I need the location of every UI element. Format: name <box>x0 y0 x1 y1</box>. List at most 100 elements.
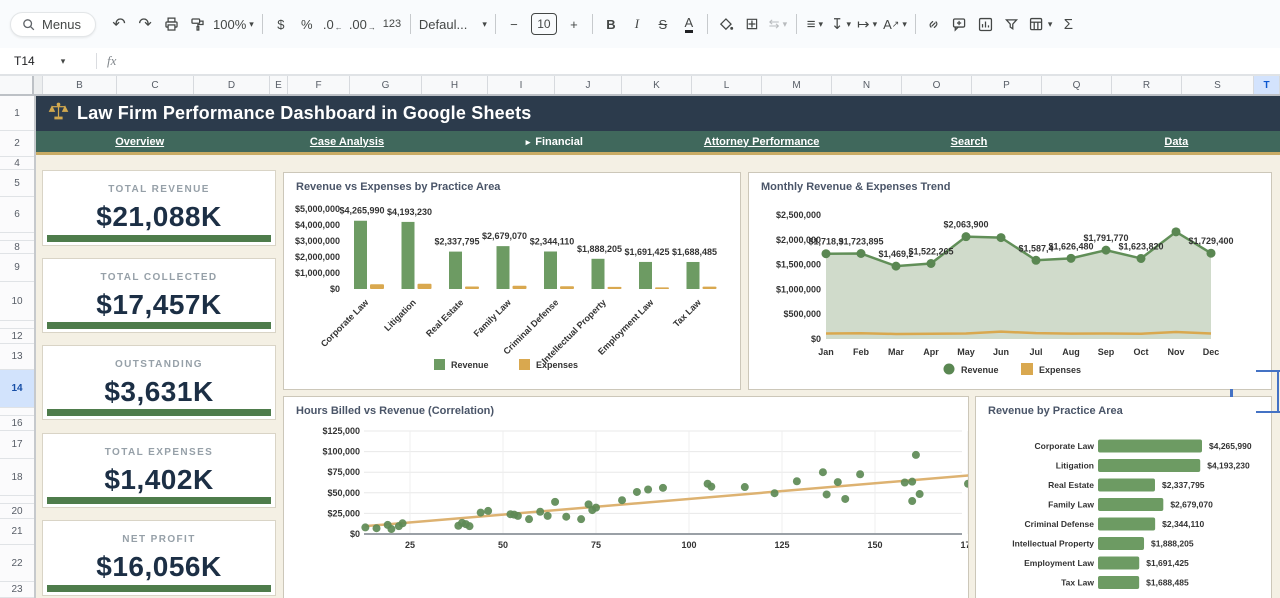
chart-panel-revenue-expenses-bar[interactable]: Revenue vs Expenses by Practice Area $5,… <box>283 172 741 390</box>
row-header-collapsed[interactable] <box>0 233 34 241</box>
column-header-G[interactable]: G <box>350 76 422 94</box>
svg-text:$1,888,205: $1,888,205 <box>1151 539 1194 549</box>
decrease-font-size-button[interactable]: − <box>501 10 527 38</box>
row-header-1[interactable]: 1 <box>0 96 34 131</box>
text-color-button[interactable]: A <box>676 10 702 38</box>
undo-button[interactable]: ↶ <box>106 10 132 38</box>
name-box[interactable]: T14▾ <box>0 54 86 68</box>
svg-text:$4,265,990: $4,265,990 <box>1209 441 1252 451</box>
chart-panel-hours-correlation[interactable]: Hours Billed vs Revenue (Correlation) $1… <box>283 396 969 598</box>
row-header-23[interactable]: 23 <box>0 582 34 598</box>
column-header-S[interactable]: S <box>1182 76 1254 94</box>
increase-decimal-button[interactable]: .00→ <box>346 10 379 38</box>
increase-font-size-button[interactable]: + <box>561 10 587 38</box>
column-header-L[interactable]: L <box>692 76 762 94</box>
svg-text:$75,000: $75,000 <box>327 467 360 477</box>
svg-text:Feb: Feb <box>853 347 870 357</box>
row-header-17[interactable]: 17 <box>0 431 34 459</box>
format-percent-button[interactable]: % <box>294 10 320 38</box>
bold-button[interactable]: B <box>598 10 624 38</box>
svg-text:Mar: Mar <box>888 347 905 357</box>
table-tools-button[interactable]: ▾ <box>1025 10 1056 38</box>
horizontal-align-button[interactable]: ≡▾ <box>802 10 828 38</box>
search-icon <box>21 17 36 32</box>
decrease-decimal-button[interactable]: .0← <box>320 10 346 38</box>
column-header-K[interactable]: K <box>622 76 692 94</box>
font-size-input[interactable]: 10 <box>531 13 557 35</box>
column-header-R[interactable]: R <box>1112 76 1182 94</box>
menus-search[interactable]: Menus <box>10 12 96 37</box>
row-header-10[interactable]: 10 <box>0 282 34 321</box>
font-select[interactable]: Defaul...▾ <box>416 10 490 38</box>
column-header-F[interactable]: F <box>288 76 350 94</box>
row-header-6[interactable]: 6 <box>0 197 34 233</box>
text-wrap-button[interactable]: ↦▾ <box>854 10 880 38</box>
chart-panel-revenue-hbar[interactable]: Revenue by Practice Area Corporate Law$4… <box>975 396 1272 598</box>
row-header-5[interactable]: 5 <box>0 170 34 197</box>
select-all-corner[interactable] <box>0 76 34 94</box>
column-header-C[interactable]: C <box>117 76 194 94</box>
row-header-14[interactable]: 14 <box>0 370 34 408</box>
print-button[interactable] <box>158 10 184 38</box>
functions-button[interactable]: Σ <box>1055 10 1081 38</box>
column-header-J[interactable]: J <box>555 76 622 94</box>
insert-chart-button[interactable] <box>973 10 999 38</box>
column-header-Q[interactable]: Q <box>1042 76 1112 94</box>
nav-link-overview[interactable]: Overview <box>36 136 243 148</box>
hidden-column-indicator[interactable] <box>34 76 43 94</box>
svg-text:$500,000: $500,000 <box>783 309 821 319</box>
kpi-card-total-expenses: TOTAL EXPENSES$1,402K <box>42 433 276 508</box>
insert-link-button[interactable] <box>921 10 947 38</box>
column-header-T[interactable]: T <box>1254 76 1280 94</box>
column-header-I[interactable]: I <box>488 76 555 94</box>
more-formats-button[interactable]: 123 <box>379 10 405 38</box>
row-header-9[interactable]: 9 <box>0 254 34 282</box>
row-header-4[interactable]: 4 <box>0 157 34 170</box>
nav-link-attorney-performance[interactable]: Attorney Performance <box>658 136 865 148</box>
column-header-D[interactable]: D <box>194 76 270 94</box>
insert-comment-button[interactable] <box>947 10 973 38</box>
fill-color-button[interactable] <box>713 10 739 38</box>
column-header-H[interactable]: H <box>422 76 488 94</box>
formula-input[interactable] <box>116 48 1280 74</box>
chevron-down-icon: ▾ <box>846 19 851 30</box>
format-currency-button[interactable]: $ <box>268 10 294 38</box>
column-header-P[interactable]: P <box>972 76 1042 94</box>
nav-link-financial[interactable]: ▸Financial <box>451 136 658 148</box>
text-rotation-button[interactable]: A↗▾ <box>880 10 910 38</box>
row-header-12[interactable]: 12 <box>0 329 34 344</box>
arrow-up-right-icon: ↗ <box>892 19 900 30</box>
row-header-13[interactable]: 13 <box>0 344 34 370</box>
zoom-select[interactable]: 100%▾ <box>210 10 257 38</box>
svg-text:Aug: Aug <box>1062 347 1080 357</box>
row-header-20[interactable]: 20 <box>0 504 34 519</box>
column-header-M[interactable]: M <box>762 76 832 94</box>
paint-format-button[interactable] <box>184 10 210 38</box>
row-header-22[interactable]: 22 <box>0 545 34 582</box>
nav-link-search[interactable]: Search <box>865 136 1072 148</box>
italic-button[interactable]: I <box>624 10 650 38</box>
column-header-E[interactable]: E <box>270 76 288 94</box>
column-header-O[interactable]: O <box>902 76 972 94</box>
filter-button[interactable] <box>999 10 1025 38</box>
redo-button[interactable]: ↷ <box>132 10 158 38</box>
borders-button[interactable]: ⊞ <box>739 10 765 38</box>
row-header-collapsed[interactable] <box>0 496 34 504</box>
row-header-collapsed[interactable] <box>0 321 34 329</box>
column-header-B[interactable]: B <box>43 76 117 94</box>
svg-text:Revenue: Revenue <box>451 360 489 370</box>
row-header-collapsed[interactable] <box>0 408 34 416</box>
column-header-N[interactable]: N <box>832 76 902 94</box>
chart-panel-monthly-trend[interactable]: Monthly Revenue & Expenses Trend $2,500,… <box>748 172 1272 390</box>
nav-link-case-analysis[interactable]: Case Analysis <box>243 136 450 148</box>
nav-link-data[interactable]: Data <box>1073 136 1280 148</box>
strikethrough-button[interactable]: S <box>650 10 676 38</box>
row-header-8[interactable]: 8 <box>0 241 34 254</box>
row-header-2[interactable]: 2 <box>0 131 34 157</box>
row-header-21[interactable]: 21 <box>0 519 34 545</box>
row-header-18[interactable]: 18 <box>0 459 34 496</box>
merge-cells-button[interactable]: ⇆▾ <box>765 10 791 38</box>
formula-bar-divider <box>96 53 97 69</box>
vertical-align-button[interactable]: ↧▾ <box>828 10 854 38</box>
row-header-16[interactable]: 16 <box>0 416 34 431</box>
